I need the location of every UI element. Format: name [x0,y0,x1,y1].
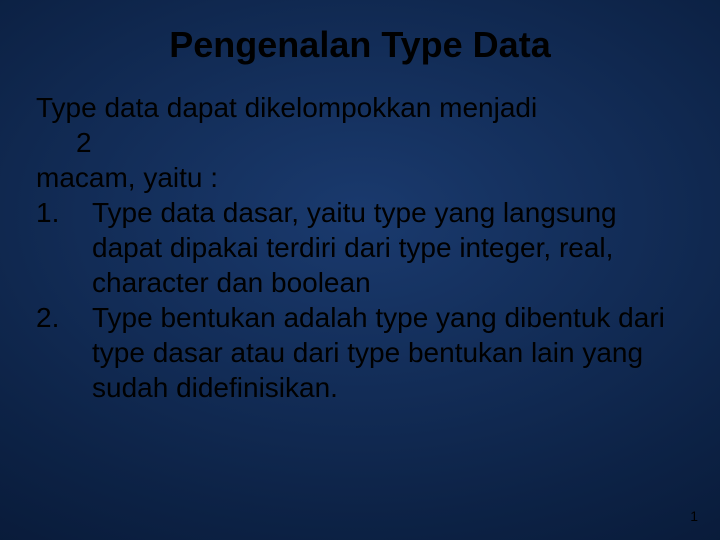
numbered-list: Type data dasar, yaitu type yang langsun… [36,195,684,405]
body-text: Type data dapat dikelompokkan menjadi 2 … [36,90,684,405]
list-item: Type data dasar, yaitu type yang langsun… [36,195,684,300]
slide: Pengenalan Type Data Type data dapat dik… [0,0,720,540]
page-number: 1 [690,508,698,524]
intro-number: 2 [36,125,684,160]
intro-line-2: macam, yaitu : [36,160,684,195]
list-item: Type bentukan adalah type yang dibentuk … [36,300,684,405]
page-title: Pengenalan Type Data [36,26,684,64]
intro-line-1: Type data dapat dikelompokkan menjadi [36,90,684,125]
